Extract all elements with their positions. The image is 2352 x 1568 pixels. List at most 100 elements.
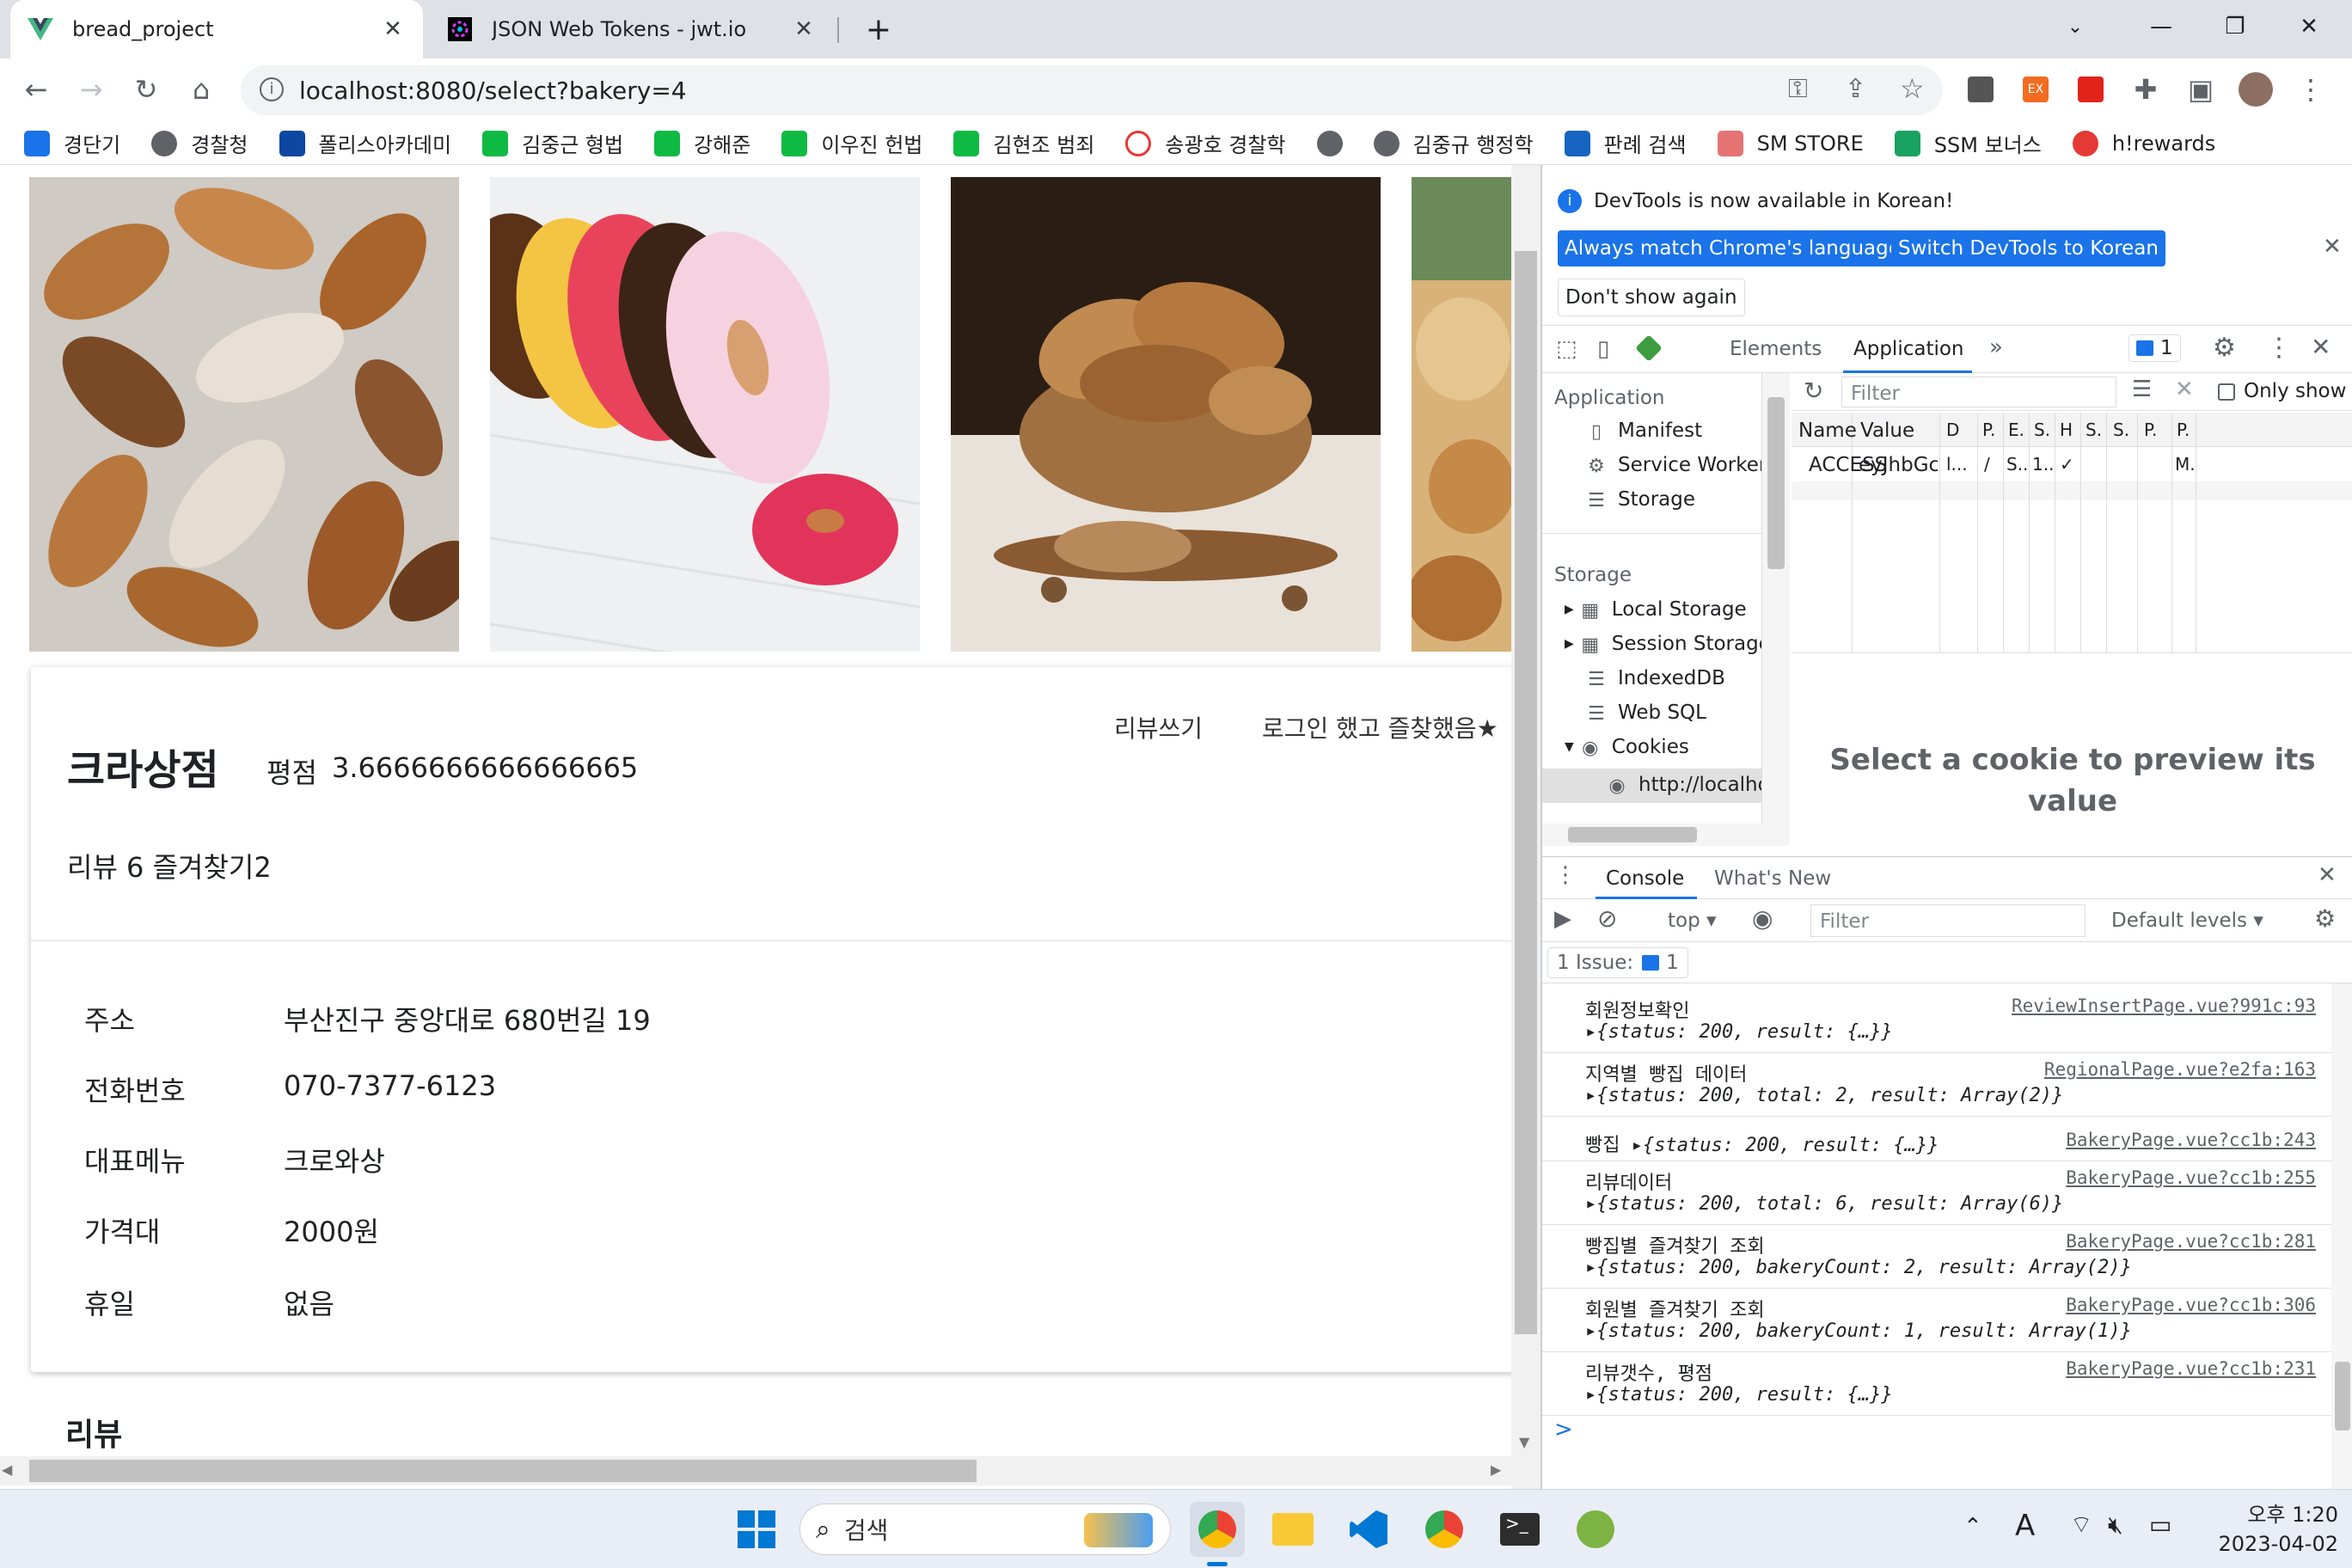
- back-icon[interactable]: ←: [12, 65, 60, 113]
- new-tab-button[interactable]: +: [856, 7, 901, 52]
- context-selector[interactable]: top ▾: [1668, 910, 1717, 932]
- console-object[interactable]: ▸{status: 200, total: 6, result: Array(6…: [1585, 1193, 2316, 1215]
- restore-icon[interactable]: ❐: [2192, 0, 2278, 53]
- start-button[interactable]: [729, 1502, 784, 1557]
- console-object[interactable]: ▸{status: 200, result: {…}}: [1585, 1384, 2316, 1406]
- dont-show-again-button[interactable]: Don't show again: [1558, 279, 1745, 316]
- scroll-left-arrow[interactable]: ◀: [2, 1461, 12, 1478]
- source-link[interactable]: BakeryPage.vue?cc1b:231: [2066, 1358, 2316, 1379]
- cookie-filter-input[interactable]: Filter: [1841, 377, 2116, 407]
- sidebar-item-indexeddb[interactable]: ☰ IndexedDB: [1585, 667, 1725, 690]
- extension-ex-icon[interactable]: EX: [2012, 65, 2060, 113]
- bookmark-item[interactable]: 경찰청: [151, 128, 248, 158]
- tab-bread-project[interactable]: bread_project ✕: [10, 0, 423, 58]
- file-explorer-icon[interactable]: [1265, 1502, 1320, 1557]
- close-tab-icon[interactable]: ✕: [380, 16, 406, 42]
- sidebar-hscroll-thumb[interactable]: [1568, 827, 1697, 842]
- source-link[interactable]: BakeryPage.vue?cc1b:243: [2066, 1130, 2316, 1150]
- sidebar-item-local-storage[interactable]: ▶ ▦ Local Storage: [1565, 598, 1747, 622]
- sidebar-hscrollbar[interactable]: [1542, 824, 1790, 846]
- close-devtools-icon[interactable]: ✕: [2311, 333, 2331, 361]
- drawer-menu-icon[interactable]: ⋮: [1554, 862, 1577, 888]
- source-link[interactable]: BakeryPage.vue?cc1b:306: [2066, 1295, 2316, 1315]
- clear-icon[interactable]: ✕: [2175, 377, 2194, 402]
- clear-filtered-icon[interactable]: ☰: [2132, 377, 2152, 402]
- column-httponly[interactable]: H: [2060, 420, 2073, 440]
- share-icon[interactable]: ⇪: [1845, 74, 1866, 104]
- column-path[interactable]: P.: [1982, 420, 1995, 440]
- collapse-arrow-icon[interactable]: ▼: [1565, 740, 1574, 754]
- column-samesite[interactable]: S.: [2113, 420, 2129, 440]
- sidebar-item-cookie-host[interactable]: ◉ http://localho: [1606, 774, 1761, 797]
- write-review-link[interactable]: 리뷰쓰기: [1114, 710, 1203, 744]
- column-expires[interactable]: E.: [2008, 420, 2024, 440]
- bookmark-item[interactable]: 김중근 형법: [482, 128, 623, 158]
- close-window-icon[interactable]: ✕: [2266, 0, 2352, 53]
- close-tab-icon[interactable]: ✕: [791, 16, 817, 42]
- log-levels-dropdown[interactable]: Default levels ▾: [2111, 910, 2263, 932]
- bookmark-item[interactable]: 판례 검색: [1564, 128, 1687, 158]
- volume-muted-icon[interactable]: 🔇︎: [2108, 1510, 2123, 1540]
- settings-gear-icon[interactable]: ⚙: [2213, 333, 2236, 363]
- tab-search-icon[interactable]: ⌄: [2032, 0, 2118, 53]
- eye-icon[interactable]: ◉: [1752, 904, 1773, 933]
- vue-devtools-icon[interactable]: [1635, 334, 1663, 362]
- bookmark-item[interactable]: 송광호 경찰학: [1125, 128, 1286, 158]
- tab-application[interactable]: Application: [1853, 338, 1964, 360]
- console-scrollbar[interactable]: [2331, 983, 2352, 1489]
- issues-counter[interactable]: 1: [2128, 334, 2181, 362]
- scroll-right-arrow[interactable]: ▶: [1491, 1461, 1501, 1478]
- console-object[interactable]: ▸{status: 200, total: 2, result: Array(2…: [1585, 1085, 2316, 1106]
- bookmark-item[interactable]: 김현조 범죄: [953, 128, 1094, 158]
- console-prompt[interactable]: >: [1554, 1417, 1573, 1442]
- extension-1-icon[interactable]: [1957, 65, 2005, 113]
- sidebar-item-service-workers[interactable]: ⚙ Service Workers: [1585, 454, 1761, 477]
- bookmark-item[interactable]: 김중규 행정학: [1373, 128, 1534, 158]
- inspect-element-icon[interactable]: ⬚: [1556, 336, 1577, 362]
- chrome-taskbar-icon[interactable]: [1190, 1502, 1245, 1557]
- clock[interactable]: 오후 1:20 2023-04-02: [2201, 1500, 2338, 1559]
- sidebar-item-cookies[interactable]: ▼ ◉ Cookies: [1565, 736, 1689, 759]
- ime-indicator[interactable]: A: [2015, 1509, 2035, 1543]
- app-green-icon[interactable]: [1568, 1502, 1623, 1557]
- sidebar-item-manifest[interactable]: ▯ Manifest: [1585, 420, 1702, 443]
- profile-avatar[interactable]: [2232, 65, 2280, 113]
- forward-icon[interactable]: →: [67, 65, 115, 113]
- sidebar-item-session-storage[interactable]: ▶ ▦ Session Storage: [1565, 633, 1761, 656]
- home-icon[interactable]: ⌂: [177, 65, 225, 113]
- drawer-tab-whats-new[interactable]: What's New: [1714, 867, 1831, 890]
- expand-arrow-icon[interactable]: ▶: [1565, 603, 1574, 616]
- chrome-menu-icon[interactable]: ⋮: [2287, 65, 2335, 113]
- close-drawer-icon[interactable]: ✕: [2318, 862, 2337, 888]
- taskbar-search-box[interactable]: ⌕ 검색: [799, 1504, 1171, 1555]
- favorite-toggle[interactable]: 로그인 했고 즐찾했음★: [1262, 710, 1498, 744]
- bookmark-item[interactable]: [1316, 130, 1343, 156]
- console-object[interactable]: ▸{status: 200, bakeryCount: 1, result: A…: [1585, 1320, 2316, 1342]
- issues-link[interactable]: 1 Issue: 1: [1547, 947, 1688, 978]
- console-filter-input[interactable]: Filter: [1810, 904, 2086, 937]
- console-object[interactable]: ▸{status: 200, bakeryCount: 2, result: A…: [1585, 1257, 2316, 1278]
- bookmark-item[interactable]: 폴리스아카데미: [279, 128, 451, 158]
- sidebar-toggle-icon[interactable]: ▶: [1554, 906, 1571, 932]
- devtools-menu-icon[interactable]: ⋮: [2266, 333, 2292, 363]
- sidebar-item-storage[interactable]: ☰ Storage: [1585, 488, 1695, 511]
- column-domain[interactable]: D: [1946, 420, 1959, 440]
- sidebar-scrollbar[interactable]: [1762, 373, 1790, 846]
- sidebar-item-websql[interactable]: ☰ Web SQL: [1585, 701, 1706, 725]
- column-name[interactable]: Name: [1798, 420, 1857, 442]
- bookmark-item[interactable]: 경단기: [24, 128, 120, 158]
- show-hidden-icons[interactable]: ⌃: [1963, 1514, 1982, 1540]
- column-secure[interactable]: S.: [2086, 420, 2102, 440]
- reload-icon[interactable]: ↻: [122, 65, 170, 113]
- close-banner-icon[interactable]: ✕: [2323, 234, 2342, 260]
- bookmark-item[interactable]: 이우진 헌법: [781, 128, 922, 158]
- sidebar-scroll-thumb[interactable]: [1767, 397, 1785, 569]
- bookmark-star-icon[interactable]: ☆: [1900, 72, 1925, 105]
- column-value[interactable]: Value: [1860, 420, 1914, 442]
- vscode-icon[interactable]: [1341, 1502, 1396, 1557]
- wifi-icon[interactable]: ⌔: [2070, 1510, 2092, 1540]
- source-link[interactable]: BakeryPage.vue?cc1b:255: [2066, 1167, 2316, 1188]
- source-link[interactable]: BakeryPage.vue?cc1b:281: [2066, 1231, 2316, 1252]
- column-partition[interactable]: P.: [2144, 420, 2157, 440]
- column-priority[interactable]: P.: [2177, 420, 2190, 440]
